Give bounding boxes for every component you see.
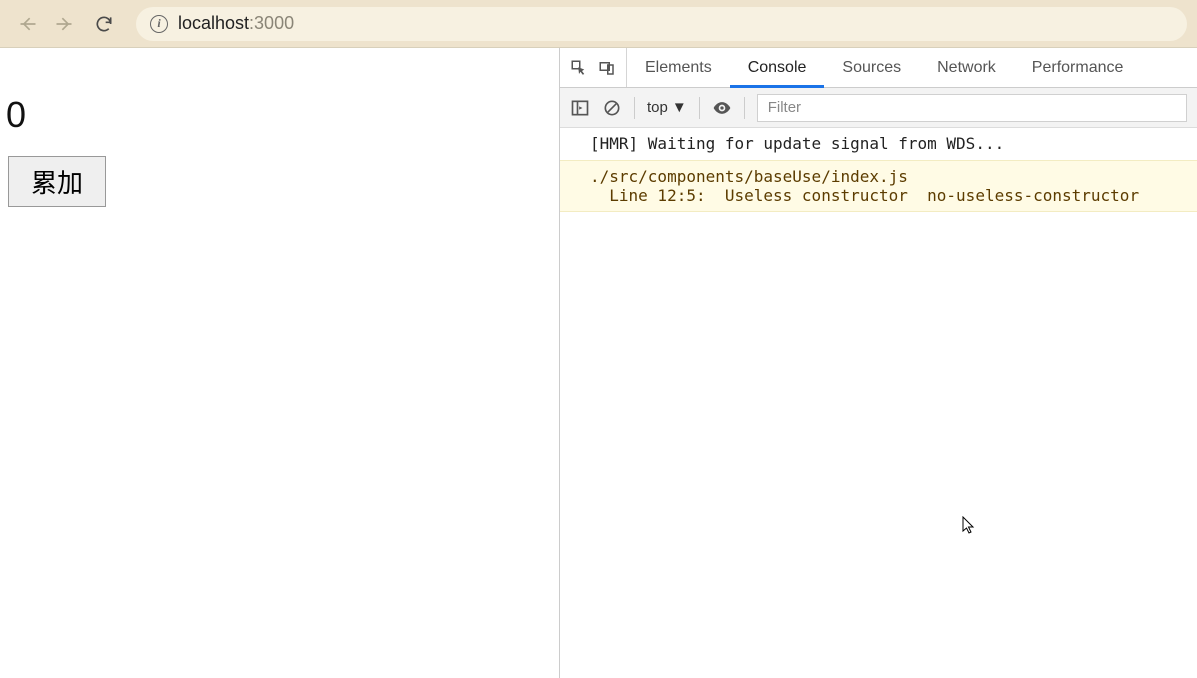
context-selector[interactable]: top ▼: [647, 99, 687, 116]
tab-console[interactable]: Console: [730, 48, 825, 87]
accumulate-button[interactable]: 累加: [8, 156, 106, 207]
log-info: [HMR] Waiting for update signal from WDS…: [560, 128, 1197, 160]
tab-performance[interactable]: Performance: [1014, 48, 1142, 87]
page-content: 0 累加: [0, 48, 560, 678]
counter-display: 0: [6, 94, 555, 136]
reload-button[interactable]: [86, 6, 122, 42]
url-host: localhost: [178, 13, 249, 34]
inspect-element-icon[interactable]: [570, 59, 588, 77]
log-warning: ./src/components/baseUse/index.js Line 1…: [560, 160, 1197, 212]
url-port: :3000: [249, 13, 294, 34]
clear-console-icon[interactable]: [602, 98, 622, 118]
arrow-right-icon: [54, 14, 74, 34]
site-info-icon[interactable]: i: [150, 15, 168, 33]
log-warning-detail: Line 12:5: Useless constructor no-useles…: [590, 186, 1139, 205]
back-button[interactable]: [10, 6, 46, 42]
log-warning-path: ./src/components/baseUse/index.js: [590, 167, 908, 186]
forward-button[interactable]: [46, 6, 82, 42]
tab-network[interactable]: Network: [919, 48, 1014, 87]
chevron-down-icon: ▼: [672, 99, 687, 116]
context-label: top: [647, 99, 668, 116]
separator: [699, 97, 700, 119]
live-expression-icon[interactable]: [712, 98, 732, 118]
tab-elements[interactable]: Elements: [627, 48, 730, 87]
separator: [634, 97, 635, 119]
separator: [744, 97, 745, 119]
console-toolbar: top ▼: [560, 88, 1197, 128]
main-split: 0 累加 Elements Console Sources Network Pe…: [0, 48, 1197, 678]
filter-input[interactable]: [757, 94, 1187, 122]
devtools-panel: Elements Console Sources Network Perform…: [560, 48, 1197, 678]
console-output[interactable]: [HMR] Waiting for update signal from WDS…: [560, 128, 1197, 678]
mouse-cursor-icon: [962, 516, 976, 536]
arrow-left-icon: [18, 14, 38, 34]
browser-toolbar: i localhost:3000: [0, 0, 1197, 48]
devtools-tabbar: Elements Console Sources Network Perform…: [560, 48, 1197, 88]
tab-sources[interactable]: Sources: [824, 48, 919, 87]
toggle-device-icon[interactable]: [598, 59, 616, 77]
reload-icon: [94, 14, 114, 34]
console-sidebar-toggle-icon[interactable]: [570, 98, 590, 118]
address-bar[interactable]: i localhost:3000: [136, 7, 1187, 41]
